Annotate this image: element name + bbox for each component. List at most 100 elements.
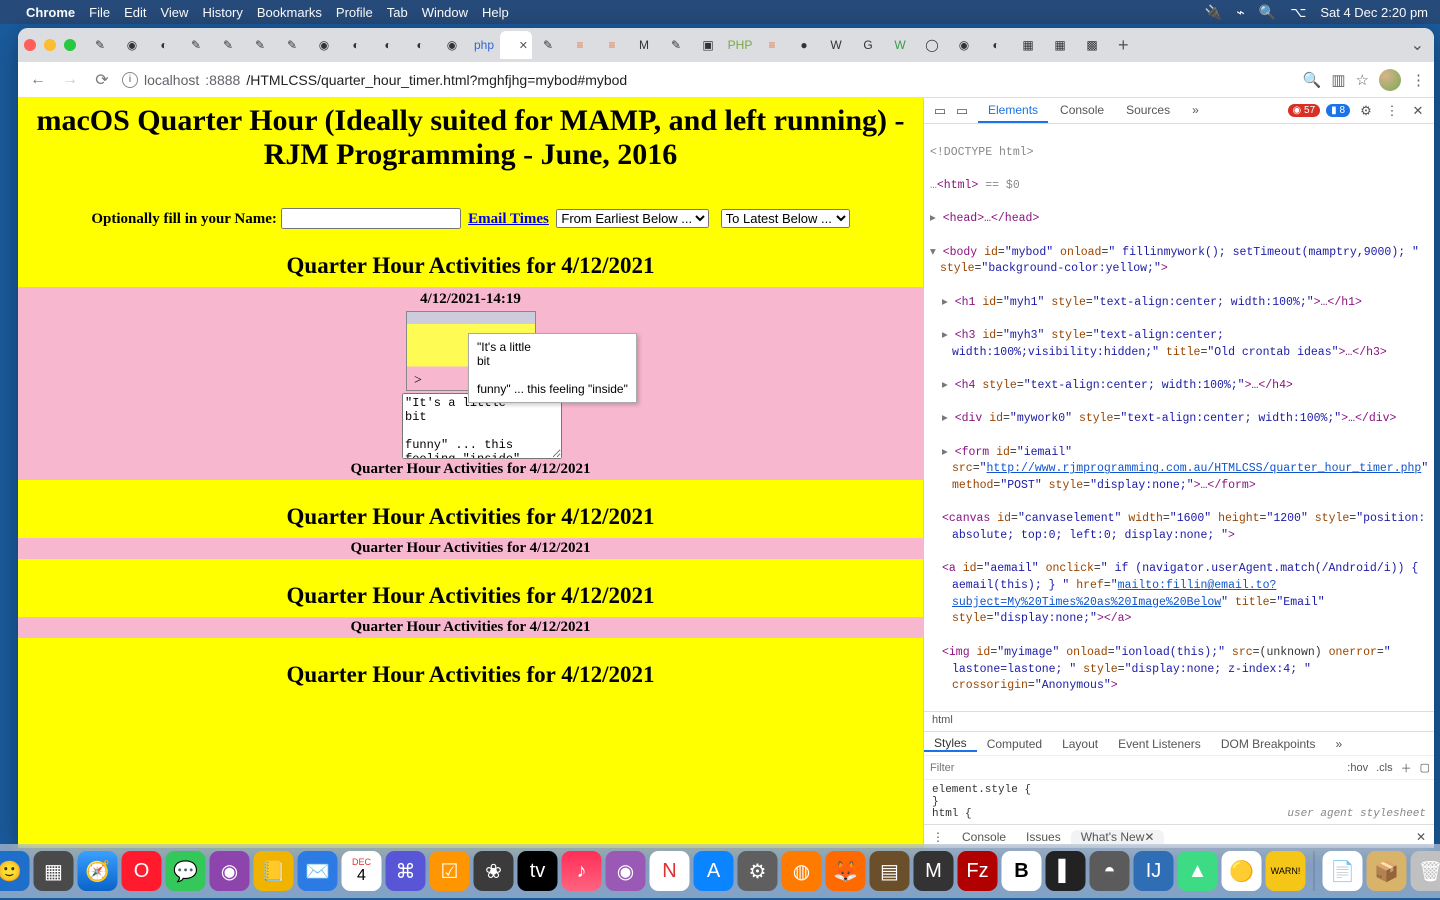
dom-node[interactable]: <!DOCTYPE html> xyxy=(926,145,1432,162)
dock-app-contacts[interactable]: 📒 xyxy=(254,851,294,891)
browser-tab[interactable]: ▣ xyxy=(692,31,724,59)
browser-tab[interactable]: ✎ xyxy=(180,31,212,59)
inspect-element-icon[interactable]: ▭ xyxy=(930,103,950,119)
browser-tab[interactable]: ◐ xyxy=(148,31,180,59)
dock-app-filezilla[interactable]: Fz xyxy=(958,851,998,891)
browser-tab[interactable]: ● xyxy=(788,31,820,59)
menubar-item-window[interactable]: Window xyxy=(422,5,468,20)
devtools-menu-icon[interactable]: ⋮ xyxy=(1382,103,1402,119)
dock-app-androidstudio[interactable]: ▲ xyxy=(1178,851,1218,891)
menubar-item-view[interactable]: View xyxy=(160,5,188,20)
drawer-tab-console[interactable]: Console xyxy=(952,830,1016,844)
zoom-icon[interactable]: 🔍 xyxy=(1303,71,1322,89)
menubar-clock[interactable]: Sat 4 Dec 2:20 pm xyxy=(1320,5,1428,20)
drawer-menu-icon[interactable]: ⋮ xyxy=(924,830,952,844)
dock-app-textedit[interactable]: 📄 xyxy=(1323,851,1363,891)
devtools-tab-elements[interactable]: Elements xyxy=(978,99,1048,123)
drawer-tab-issues[interactable]: Issues xyxy=(1016,830,1071,844)
browser-tab[interactable]: ◐ xyxy=(340,31,372,59)
styles-hov-toggle[interactable]: :hov xyxy=(1343,762,1372,774)
email-times-link[interactable]: Email Times xyxy=(468,211,549,227)
to-select[interactable]: To Latest Below ... xyxy=(721,209,850,228)
devtools-tab-sources[interactable]: Sources xyxy=(1116,99,1180,123)
bookmark-icon[interactable]: ☆ xyxy=(1356,71,1369,89)
dom-node[interactable]: <h1 id="myh1" style="text-align:center; … xyxy=(926,295,1432,312)
zoom-window-button[interactable] xyxy=(64,39,76,51)
browser-tab[interactable]: ◉ xyxy=(308,31,340,59)
issue-count-badge[interactable]: ▮ 8 xyxy=(1326,104,1350,117)
wifi-icon[interactable]: ⌁ xyxy=(1236,4,1244,21)
menubar-app-name[interactable]: Chrome xyxy=(26,5,75,20)
browser-tab[interactable]: ◐ xyxy=(404,31,436,59)
site-info-icon[interactable]: i xyxy=(122,72,138,88)
dock-app-gimp[interactable]: ◓ xyxy=(1090,851,1130,891)
dock-app-openoffice[interactable]: ▤ xyxy=(870,851,910,891)
dock-app-appstore[interactable]: A xyxy=(694,851,734,891)
browser-tab[interactable]: G xyxy=(852,31,884,59)
menubar-item-file[interactable]: File xyxy=(89,5,110,20)
dock-app-music[interactable]: ♪ xyxy=(562,851,602,891)
dock-app-podcasts2[interactable]: ◉ xyxy=(606,851,646,891)
styles-tab-styles[interactable]: Styles xyxy=(924,736,977,752)
style-rule[interactable]: html { xyxy=(932,808,972,820)
dock-app-podcasts[interactable]: ◉ xyxy=(210,851,250,891)
drawer-tab-whatsnew[interactable]: What's New ✕ xyxy=(1071,830,1165,844)
browser-tab[interactable]: ≡ xyxy=(564,31,596,59)
browser-tab[interactable]: ◯ xyxy=(916,31,948,59)
dock-app-folder[interactable]: 📦 xyxy=(1367,851,1407,891)
back-button[interactable]: ← xyxy=(26,71,50,89)
browser-tab[interactable]: ✎ xyxy=(660,31,692,59)
browser-tab[interactable]: ◉ xyxy=(948,31,980,59)
dock-app-mamp[interactable]: M xyxy=(914,851,954,891)
dom-node[interactable]: <a id="aemail" onclick=" if (navigator.u… xyxy=(926,561,1432,628)
page-viewport[interactable]: macOS Quarter Hour (Ideally suited for M… xyxy=(18,98,923,848)
url-field[interactable]: i localhost:8888/HTMLCSS/quarter_hour_ti… xyxy=(122,72,1295,88)
dock-app-tv[interactable]: tv xyxy=(518,851,558,891)
browser-tab[interactable]: ✎ xyxy=(212,31,244,59)
menubar-item-edit[interactable]: Edit xyxy=(124,5,146,20)
browser-tab[interactable]: ▩ xyxy=(1076,31,1108,59)
menubar-item-profile[interactable]: Profile xyxy=(336,5,373,20)
menubar-item-history[interactable]: History xyxy=(202,5,242,20)
battery-icon[interactable]: 🔌 xyxy=(1205,4,1222,21)
styles-filter-input[interactable] xyxy=(924,760,1343,776)
dock-app-finder[interactable]: 🙂 xyxy=(0,851,30,891)
elements-breadcrumb[interactable]: html xyxy=(924,711,1434,731)
from-select[interactable]: From Earliest Below ... xyxy=(556,209,709,228)
browser-tab[interactable]: ✎ xyxy=(276,31,308,59)
styles-tab-eventlisteners[interactable]: Event Listeners xyxy=(1108,737,1211,751)
browser-tab[interactable]: PHP xyxy=(724,31,756,59)
dock-app-opera[interactable]: O xyxy=(122,851,162,891)
browser-tab[interactable]: php xyxy=(468,31,500,59)
spotlight-icon[interactable]: 🔍 xyxy=(1259,4,1276,21)
new-tab-button[interactable]: + xyxy=(1108,35,1139,56)
error-count-badge[interactable]: ◉ 57 xyxy=(1288,104,1321,117)
styles-boxmodel-icon[interactable]: ▢ xyxy=(1416,761,1434,774)
control-center-icon[interactable]: ⌥ xyxy=(1290,4,1306,21)
minimize-window-button[interactable] xyxy=(44,39,56,51)
dom-node[interactable]: <form id="iemail" src="http://www.rjmpro… xyxy=(926,445,1432,495)
dock-app-blender[interactable]: ◍ xyxy=(782,851,822,891)
dock-app-intellij[interactable]: IJ xyxy=(1134,851,1174,891)
dock-app-mail[interactable]: ✉️ xyxy=(298,851,338,891)
profile-avatar[interactable] xyxy=(1379,69,1401,91)
devtools-tab-more[interactable]: » xyxy=(1182,99,1209,123)
styles-add-rule-icon[interactable]: ＋ xyxy=(1397,760,1416,776)
browser-tab[interactable]: W xyxy=(820,31,852,59)
dom-node[interactable]: <h3 id="myh3" style="text-align:center; … xyxy=(926,328,1432,361)
device-toggle-icon[interactable]: ▭ xyxy=(952,103,972,119)
browser-tab[interactable]: ◐ xyxy=(980,31,1012,59)
style-rule[interactable]: element.style { xyxy=(932,784,1426,796)
dock-app-bbedit[interactable]: B xyxy=(1002,851,1042,891)
browser-tab[interactable]: ◉ xyxy=(116,31,148,59)
dock-app-settings[interactable]: ⚙ xyxy=(738,851,778,891)
elements-tree[interactable]: <!DOCTYPE html> …<html> == $0 <head>…</h… xyxy=(924,124,1434,711)
dock-app-firefox[interactable]: 🦊 xyxy=(826,851,866,891)
dock-app-launchpad[interactable]: ▦ xyxy=(34,851,74,891)
dom-node[interactable]: <body id="mybod" onload=" fillinmywork()… xyxy=(926,245,1432,278)
menubar-item-bookmarks[interactable]: Bookmarks xyxy=(257,5,322,20)
dock-app-warning[interactable]: WARN! xyxy=(1266,851,1306,891)
name-input[interactable] xyxy=(281,208,461,229)
dom-node[interactable]: <div id="mywork0" style="text-align:cent… xyxy=(926,411,1432,428)
dom-node[interactable]: <h4 style="text-align:center; width:100%… xyxy=(926,378,1432,395)
